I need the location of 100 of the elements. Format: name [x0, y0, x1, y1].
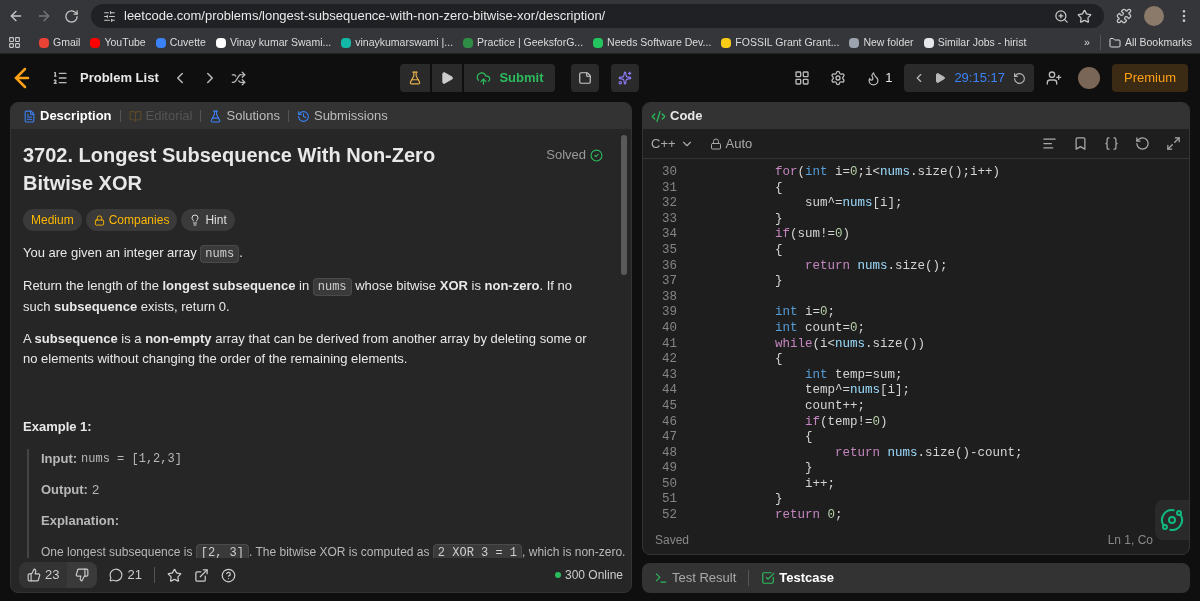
- panel-tab[interactable]: Submissions: [296, 106, 388, 126]
- all-bookmarks-item[interactable]: All Bookmarks: [1099, 34, 1192, 51]
- share-icon[interactable]: [193, 567, 209, 583]
- bookmark-item[interactable]: Gmail: [39, 34, 81, 51]
- line-number: 39: [661, 305, 678, 321]
- line-number: 42: [661, 352, 678, 368]
- tag-chip[interactable]: Companies: [85, 209, 178, 231]
- bookmark-item[interactable]: FOSSIL Grant Grant...: [721, 34, 840, 51]
- bookmark-item[interactable]: New folder: [849, 34, 914, 51]
- submit-button[interactable]: Submit: [464, 64, 556, 92]
- profile-avatar[interactable]: [1144, 6, 1164, 26]
- input-label: Input:: [41, 450, 78, 468]
- code-line: if(temp!=0): [804, 414, 888, 431]
- scrollbar[interactable]: [621, 135, 627, 275]
- play-icon: [440, 71, 455, 85]
- tag-chip[interactable]: Medium: [23, 209, 82, 231]
- bookmark-item[interactable]: YouTube: [90, 34, 146, 51]
- streak-counter[interactable]: 1: [866, 68, 893, 88]
- bookmark-star-icon[interactable]: [1077, 8, 1092, 24]
- bookmark-item[interactable]: vinaykumarswami |...: [341, 34, 454, 51]
- bookmark-item[interactable]: Needs Software Dev...: [593, 34, 712, 51]
- premium-button[interactable]: Premium: [1112, 64, 1188, 92]
- problem-list-link[interactable]: Problem List: [80, 68, 159, 88]
- auto-mode[interactable]: Auto: [709, 133, 753, 154]
- code-line: }: [774, 492, 783, 509]
- forward-icon[interactable]: [36, 8, 52, 24]
- comments-button[interactable]: 21: [109, 565, 142, 585]
- zoom-icon[interactable]: [1054, 8, 1069, 24]
- line-number: 37: [661, 274, 678, 290]
- panel-tab[interactable]: Description: [23, 106, 112, 126]
- apps-icon[interactable]: [8, 36, 21, 49]
- bookmark-item[interactable]: Vinay kumar Swami...: [215, 34, 332, 51]
- terminal-icon: [654, 571, 668, 585]
- play-icon[interactable]: [934, 72, 947, 84]
- more-bookmarks-button[interactable]: »: [1084, 34, 1090, 51]
- example-heading: Example 1:: [23, 418, 93, 436]
- code-line: }: [774, 211, 783, 228]
- notes-button[interactable]: [571, 64, 600, 92]
- lock-icon: [709, 137, 722, 150]
- url-text: leetcode.com/problems/longest-subsequence-with-non-zero-bitwise-xor/description/: [124, 7, 606, 26]
- bookmark-item[interactable]: Similar Jobs - hirist: [923, 34, 1027, 51]
- braces-icon[interactable]: [1104, 136, 1119, 151]
- expand-icon[interactable]: [1166, 136, 1181, 151]
- bookmark-item[interactable]: Practice | GeeksforG...: [463, 34, 584, 51]
- panel-tab[interactable]: Test Result: [654, 568, 737, 588]
- dislike-button[interactable]: [67, 562, 98, 588]
- run-button[interactable]: [432, 64, 463, 92]
- ai-button[interactable]: [611, 64, 640, 92]
- code-line: return 0;: [774, 508, 843, 524]
- code-line: while(i<nums.size()): [774, 336, 926, 353]
- format-icon[interactable]: [1042, 136, 1057, 151]
- language-dropdown[interactable]: C++: [651, 133, 694, 154]
- output-value: 2: [91, 481, 100, 499]
- shuffle-icon[interactable]: [230, 70, 246, 86]
- back-icon[interactable]: [8, 8, 24, 24]
- panel-tab[interactable]: Testcase: [761, 568, 834, 588]
- reset-timer-icon[interactable]: [1013, 71, 1026, 85]
- line-number: 38: [661, 289, 678, 306]
- layout-icon[interactable]: [794, 70, 811, 86]
- timer-text: 29:15:17: [954, 69, 1005, 88]
- bookmark-icon[interactable]: [1073, 136, 1088, 151]
- line-number: 35: [661, 242, 678, 259]
- line-number: 34: [661, 227, 678, 243]
- code-line: {: [774, 242, 783, 259]
- cursor-position: Ln 1, Co: [1107, 532, 1153, 549]
- thumbs-down-icon: [75, 568, 90, 582]
- line-number: 46: [661, 414, 678, 431]
- tab-icon: [128, 109, 142, 123]
- line-number: 36: [661, 258, 678, 275]
- logo-icon[interactable]: [12, 67, 32, 89]
- assistant-button[interactable]: [1155, 500, 1189, 540]
- bookmark-item[interactable]: Cuvette: [155, 34, 206, 51]
- favorite-icon[interactable]: [166, 567, 182, 583]
- explanation-text: One longest subsequence is [2, 3] . The bitwise XOR is computed as 2 XOR 3 = 1 , which is non-zero.: [41, 543, 626, 558]
- description-paragraph: You are given an integer array nums .: [23, 244, 244, 264]
- thumbs-up-icon: [27, 568, 41, 582]
- extensions-icon[interactable]: [1116, 8, 1132, 24]
- note-icon: [578, 71, 593, 85]
- help-icon[interactable]: [220, 567, 236, 583]
- code-line: int count=0;: [774, 320, 866, 337]
- tab-icon: [23, 109, 36, 123]
- tag-chip[interactable]: Hint: [181, 209, 235, 231]
- reload-icon[interactable]: [64, 8, 79, 24]
- list-icon[interactable]: [52, 70, 68, 86]
- code-line: if(sum!=0): [774, 227, 851, 243]
- settings-icon[interactable]: [830, 70, 847, 86]
- checkbox-icon: [761, 571, 776, 585]
- reset-icon[interactable]: [1135, 136, 1150, 151]
- invite-icon[interactable]: [1046, 70, 1062, 86]
- online-count: 300 Online: [554, 566, 623, 584]
- user-avatar[interactable]: [1078, 67, 1100, 89]
- line-number: 49: [661, 461, 678, 477]
- line-number: 41: [661, 336, 678, 353]
- site-info-icon[interactable]: [103, 9, 116, 23]
- solved-status: Solved: [546, 145, 603, 165]
- debug-button[interactable]: [400, 64, 431, 92]
- panel-tab[interactable]: Solutions: [209, 106, 280, 126]
- address-bar[interactable]: leetcode.com/problems/longest-subsequence-with-non-zero-bitwise-xor/description/: [91, 4, 1104, 28]
- problem-title: 3702. Longest Subsequence With Non-Zero Bitwise XOR: [23, 143, 437, 196]
- line-number: 43: [661, 367, 678, 384]
